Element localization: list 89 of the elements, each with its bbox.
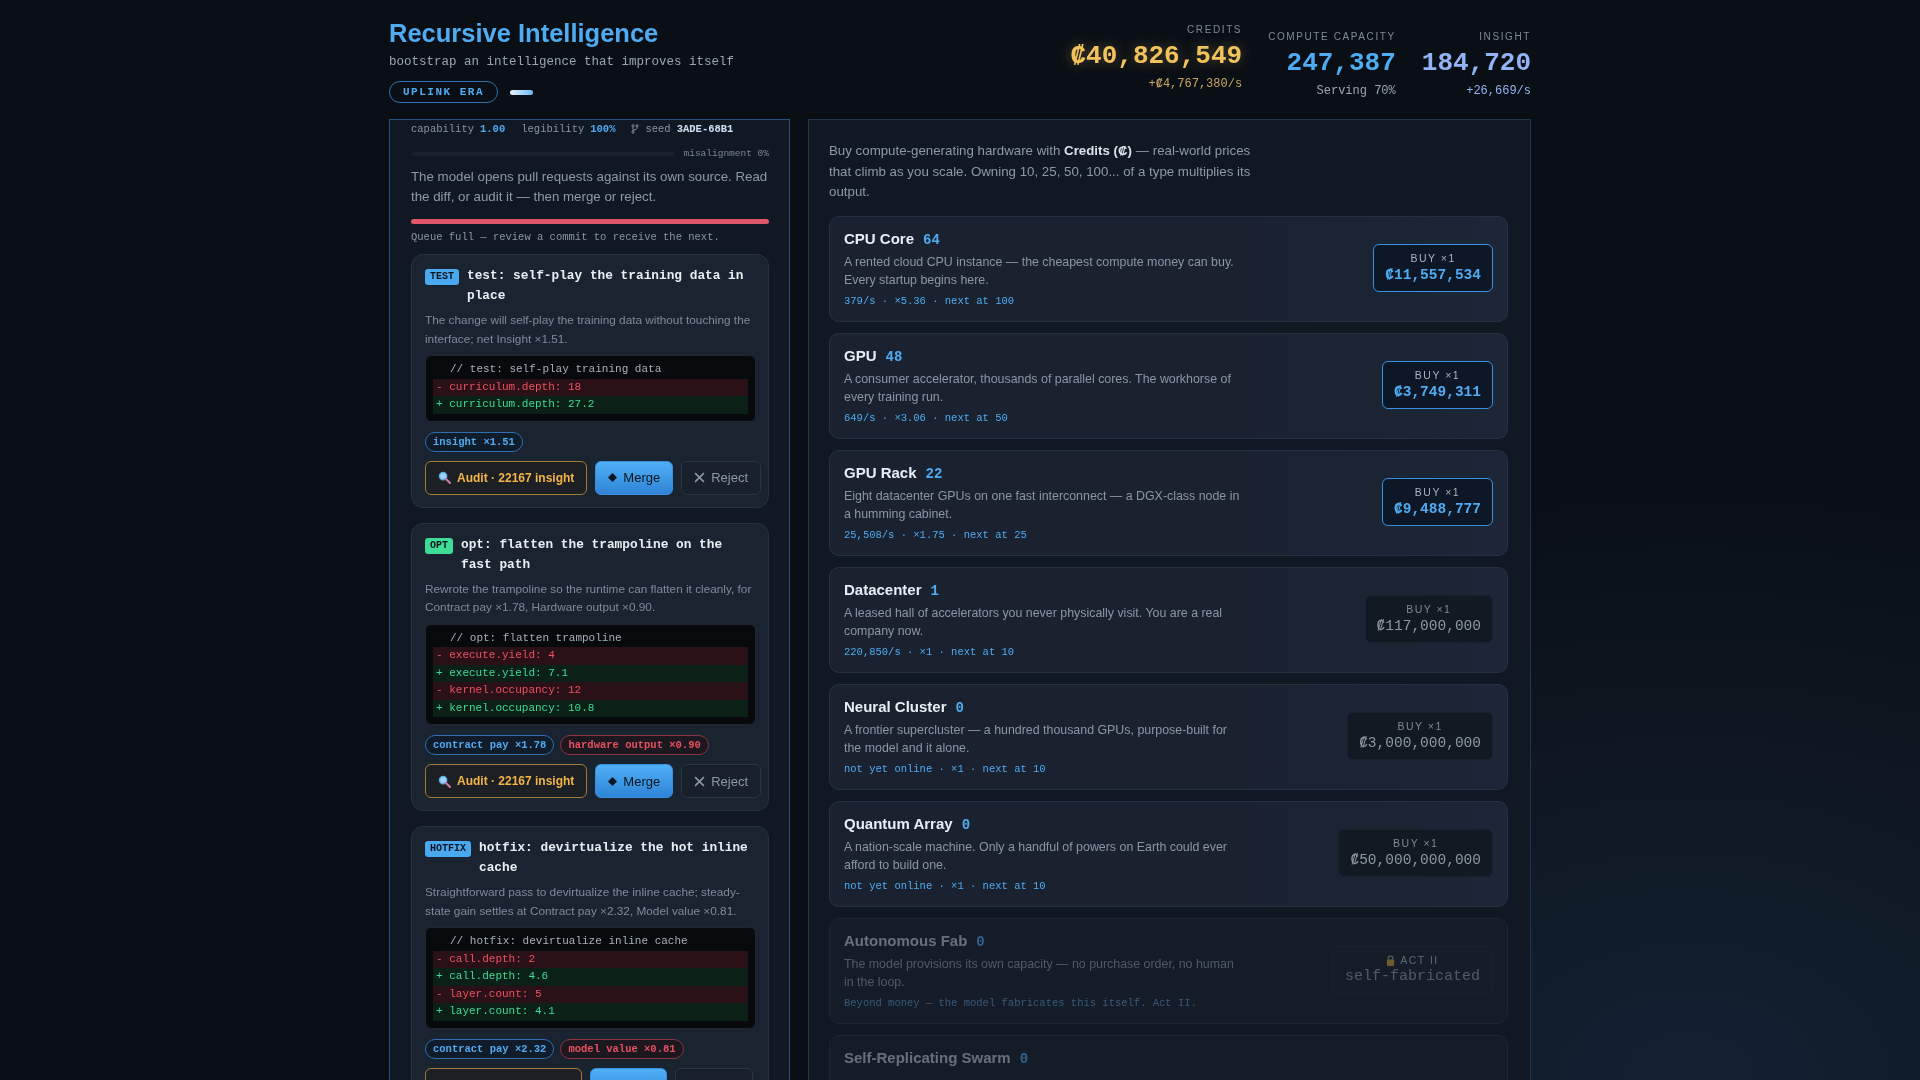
audit-button[interactable]: Audit · 22167 insight bbox=[425, 460, 588, 495]
diamond-icon bbox=[608, 473, 618, 482]
stat-value: 247,387 bbox=[1285, 47, 1396, 79]
hardware-description: A frontier supercluster — a hundred thousand GPUs, purpose-built for the model and it alone. bbox=[844, 721, 1228, 757]
pill-icon bbox=[510, 89, 533, 95]
hardware-intro: Buy compute-generating hardware with Credits (₡) — real-world prices that climb as you scale. Owning 10, 25, 50, 100... of a type multiplies its output. bbox=[829, 142, 1252, 201]
merge-button[interactable]: Merge bbox=[595, 460, 674, 495]
stat-label: INSIGHT bbox=[1478, 31, 1531, 43]
magnifier-icon bbox=[438, 471, 451, 484]
buy-button[interactable]: BUY ×1 ₡117,000,000 bbox=[1364, 595, 1493, 643]
effect-chip: model value ×0.81 bbox=[560, 1038, 684, 1059]
stat-label: CREDITS bbox=[1186, 24, 1243, 36]
hardware-name: Neural Cluster bbox=[844, 696, 947, 717]
hardware-count: 1 bbox=[930, 581, 939, 601]
commit-tag: OPT bbox=[425, 537, 453, 554]
metric-value: 1.00 bbox=[480, 122, 506, 136]
metric-label: capability bbox=[411, 122, 474, 136]
hardware-description: The model provisions its own capacity — no purchase order, no human in the loop. bbox=[844, 955, 1235, 991]
effect-chip: contract pay ×1.78 bbox=[425, 735, 555, 755]
hardware-stats: not yet online · ×1 · next at 10 bbox=[844, 878, 1047, 893]
code-comment: // test: self-play training data bbox=[449, 362, 663, 377]
stat-rate: +26,669/s bbox=[1465, 84, 1531, 99]
effect-chip: contract pay ×2.32 bbox=[425, 1038, 555, 1059]
hardware-stats: 25,508/s · ×1.75 · next at 25 bbox=[844, 527, 1028, 542]
commit-tag: HOTFIX bbox=[425, 841, 471, 857]
stat-label: COMPUTE CAPACITY bbox=[1268, 31, 1396, 43]
hardware-description: A consumer accelerator, thousands of parallel cores. The workhorse of every training run. bbox=[844, 370, 1232, 406]
hardware-count: 22 bbox=[925, 464, 943, 484]
lock-icon bbox=[1386, 954, 1396, 966]
magnifier-icon bbox=[438, 774, 451, 788]
hardware-stats: 379/s · ×5.36 · next at 100 bbox=[844, 293, 1016, 308]
close-icon bbox=[694, 775, 706, 787]
stat-value: ₡40,826,549 bbox=[1070, 40, 1243, 72]
commit-tag: TEST bbox=[425, 269, 459, 285]
commit-title: test: self-play the training data in place bbox=[467, 267, 745, 305]
commit-description: The change will self-play the training data without touching the interface; net Insight ×1.51. bbox=[425, 312, 752, 348]
hardware-count: 64 bbox=[923, 230, 940, 250]
hardware-description: A nation-scale machine. Only a handful of powers on Earth could ever afford to build one. bbox=[844, 838, 1228, 874]
hardware-count: 0 bbox=[1019, 1049, 1029, 1069]
reject-button[interactable]: Reject bbox=[681, 460, 762, 495]
code-comment: // opt: flatten trampoline bbox=[449, 630, 623, 646]
hardware-description: Eight datacenter GPUs on one fast interconnect — a DGX-class node in a humming cabinet. bbox=[844, 487, 1241, 523]
hardware-stats: Beyond money — the model fabricates this itself. Act II. bbox=[844, 995, 1198, 1010]
buy-button[interactable]: BUY ×1 ₡11,557,534 bbox=[1373, 244, 1493, 292]
buy-button[interactable]: BUY ×1 ₡9,488,777 bbox=[1382, 478, 1493, 526]
merge-button[interactable]: Merge bbox=[595, 764, 674, 798]
hardware-stats: not yet online · ×1 · next at 10 bbox=[844, 761, 1047, 776]
diamond-icon bbox=[608, 776, 618, 786]
panel-intro: The model opens pull requests against its own source. Read the diff, or audit it — then merge or reject. bbox=[411, 168, 769, 206]
commit-title: hotfix: devirtualize the hot inline cache bbox=[479, 839, 749, 877]
stat-value: 184,720 bbox=[1421, 47, 1531, 79]
hardware-description: A leased hall of accelerators you never physically visit. You are a real company now. bbox=[844, 604, 1224, 640]
stat-rate: +₡4,767,380/s bbox=[1147, 77, 1243, 92]
audit-button[interactable]: Audit · 22167 insight bbox=[425, 764, 588, 798]
hardware-stats: 220,850/s · ×1 · next at 10 bbox=[844, 644, 1016, 659]
buy-button[interactable]: BUY ×1 ₡50,000,000,000 bbox=[1338, 829, 1493, 877]
hardware-description: A rented cloud CPU instance — the cheapest compute money can buy. Every startup begins here. bbox=[844, 253, 1235, 289]
code-comment: // hotfix: devirtualize inline cache bbox=[449, 934, 689, 949]
app-subtitle: bootstrap an intelligence that improves itself bbox=[389, 54, 735, 71]
misalignment-label: misalignment 0% bbox=[683, 147, 769, 161]
hardware-name: GPU Rack bbox=[844, 462, 917, 483]
app-title: Recursive Intelligence bbox=[389, 18, 660, 48]
hardware-name: GPU bbox=[844, 345, 877, 366]
hardware-name: Quantum Array bbox=[844, 813, 953, 834]
branch-icon bbox=[631, 124, 640, 134]
hardware-stats: 649/s · ×3.06 · next at 50 bbox=[844, 410, 1009, 425]
commit-title: opt: flatten the trampoline on the fast path bbox=[461, 535, 724, 574]
reject-button[interactable]: Reject bbox=[681, 764, 762, 798]
hardware-count: 48 bbox=[885, 347, 903, 367]
commit-description: Straightforward pass to devirtualize the inline cache; steady-state gain settles at Contract pay ×2.32, Model value ×0.81. bbox=[425, 884, 741, 920]
effect-chip: hardware output ×0.90 bbox=[560, 735, 709, 755]
queue-message: Queue full — review a commit to receive the next. bbox=[411, 230, 721, 244]
commit-description: Rewrote the trampoline so the runtime can flatten it cleanly, for Contract pay ×1.78, Hardware output ×0.90. bbox=[425, 580, 753, 616]
metric-value: 3ADE-68B1 bbox=[676, 122, 734, 136]
hardware-name: Datacenter bbox=[844, 579, 922, 600]
hardware-name: Self-Replicating Swarm bbox=[844, 1047, 1011, 1068]
hardware-name: Autonomous Fab bbox=[844, 930, 968, 951]
metric-value: 100% bbox=[590, 122, 616, 136]
stat-rate: Serving 70% bbox=[1315, 84, 1396, 99]
buy-button[interactable]: BUY ×1 ₡3,000,000,000 bbox=[1347, 712, 1493, 760]
hardware-count: 0 bbox=[961, 815, 971, 835]
hardware-count: 0 bbox=[955, 698, 964, 718]
metric-label: legibility bbox=[521, 122, 585, 136]
hardware-name: CPU Core bbox=[844, 228, 914, 249]
effect-chip: insight ×1.51 bbox=[425, 431, 523, 452]
metric-label: seed bbox=[645, 122, 671, 136]
hardware-count: 0 bbox=[976, 932, 985, 952]
buy-button[interactable]: BUY ×1 ₡3,749,311 bbox=[1382, 361, 1493, 409]
close-icon bbox=[694, 472, 706, 483]
